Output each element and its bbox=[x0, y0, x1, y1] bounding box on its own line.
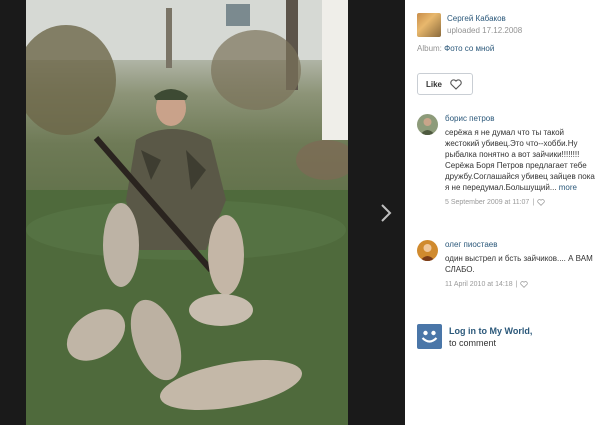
info-panel: Сергей Кабаков uploaded 17.12.2008 Album… bbox=[405, 0, 600, 425]
comment-author[interactable]: борис петров bbox=[445, 114, 595, 124]
commenter-avatar[interactable] bbox=[417, 114, 438, 135]
comment-like-heart-icon[interactable] bbox=[537, 198, 545, 206]
avatar-image bbox=[417, 114, 438, 135]
like-button[interactable]: Like bbox=[417, 73, 473, 95]
chevron-right-icon bbox=[381, 204, 392, 222]
comment-text: серёжа я не думал что ты такой жестокий … bbox=[445, 127, 595, 193]
login-link[interactable]: Log in to My World, bbox=[449, 326, 532, 336]
photo-viewer bbox=[0, 0, 405, 425]
photo[interactable] bbox=[26, 0, 348, 425]
album-link[interactable]: Фото со мной bbox=[444, 44, 494, 53]
uploader-name[interactable]: Сергей Кабаков bbox=[447, 14, 506, 23]
comment-author[interactable]: олег пиостаев bbox=[445, 240, 595, 250]
next-photo-button[interactable] bbox=[378, 203, 394, 223]
album-prefix: Album: bbox=[417, 44, 442, 53]
more-link[interactable]: more bbox=[559, 183, 577, 192]
comment-meta: 11 April 2010 at 14:18 | bbox=[445, 280, 595, 290]
comment-date: 11 April 2010 at 14:18 bbox=[445, 281, 513, 288]
avatar-image bbox=[417, 240, 438, 261]
login-subtext: to comment bbox=[449, 338, 497, 348]
comment-meta: 5 September 2009 at 11:07 | bbox=[445, 198, 595, 208]
comment-like-heart-icon[interactable] bbox=[520, 280, 529, 288]
photo-illustration bbox=[26, 0, 348, 425]
album-line: Album: Фото со мной bbox=[417, 44, 494, 53]
meta-separator: | bbox=[532, 199, 535, 206]
like-label: Like bbox=[426, 80, 443, 89]
upload-date: uploaded 17.12.2008 bbox=[447, 26, 523, 35]
myworld-smile-icon[interactable] bbox=[417, 324, 442, 349]
uploader-block: Сергей Кабаков uploaded 17.12.2008 bbox=[417, 12, 600, 40]
heart-icon bbox=[450, 79, 462, 90]
comment-date: 5 September 2009 at 11:07 bbox=[445, 199, 530, 206]
meta-separator: | bbox=[515, 281, 518, 288]
commenter-avatar[interactable] bbox=[417, 240, 438, 261]
uploader-avatar[interactable] bbox=[417, 13, 441, 37]
login-prompt: Log in to My World, to comment bbox=[417, 324, 597, 352]
comment-text: один выстрел и бсть зайчиков.... А ВАМ С… bbox=[445, 254, 593, 274]
